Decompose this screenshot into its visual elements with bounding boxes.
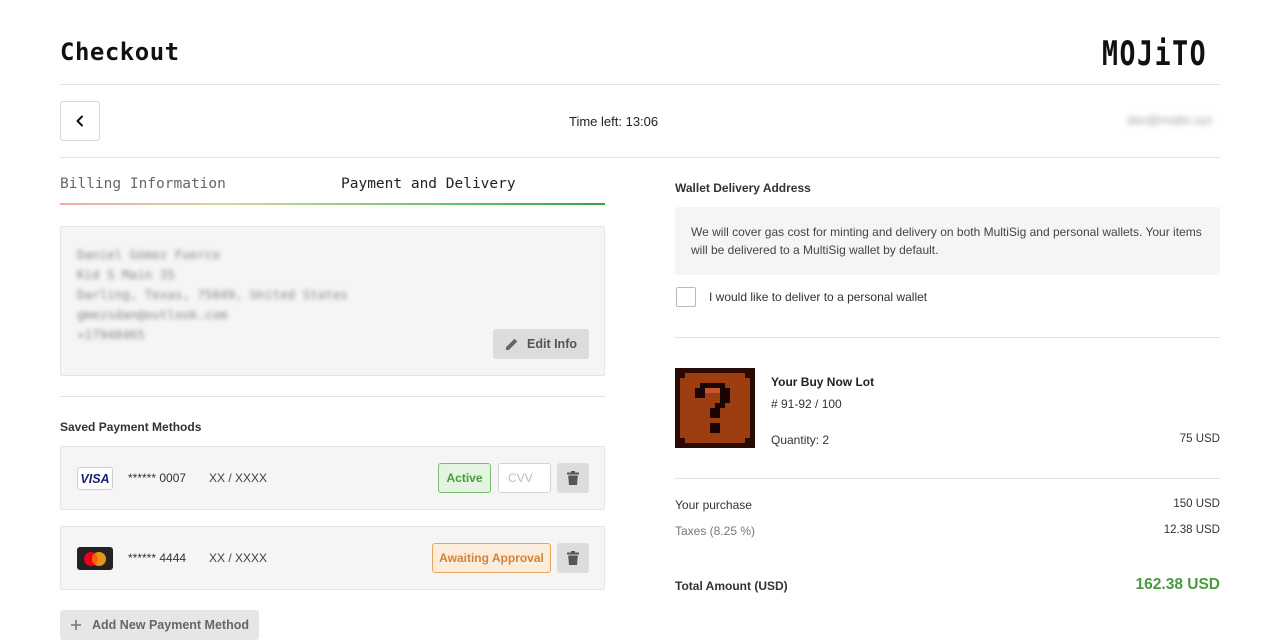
visa-icon: VISA bbox=[77, 467, 113, 490]
billing-city: Darling, Texas, 75049, United States bbox=[77, 287, 348, 302]
billing-address: Kid S Main 35 bbox=[77, 267, 175, 282]
billing-phone: +17948465 bbox=[77, 327, 145, 342]
card-expiry: XX / XXXX bbox=[209, 551, 268, 565]
question-block-icon bbox=[675, 368, 755, 448]
purchase-value: 150 USD bbox=[1173, 498, 1220, 510]
personal-wallet-checkbox[interactable] bbox=[676, 287, 696, 307]
billing-info-card: Daniel Gómez Fuerco Kid S Main 35 Darlin… bbox=[60, 226, 605, 376]
page-title: Checkout bbox=[60, 38, 180, 66]
mojito-logo[interactable]: MOJiTO bbox=[1102, 34, 1207, 74]
lot-title: Your Buy Now Lot bbox=[771, 375, 875, 389]
subheader-divider bbox=[60, 157, 1220, 158]
status-badge: Active bbox=[438, 463, 491, 493]
lot-price: 75 USD bbox=[1179, 433, 1220, 445]
lot-divider bbox=[675, 478, 1220, 479]
delete-payment-button[interactable] bbox=[557, 543, 589, 573]
add-payment-method-button[interactable]: Add New Payment Method bbox=[60, 610, 259, 640]
taxes-value: 12.38 USD bbox=[1163, 524, 1220, 536]
add-payment-method-label: Add New Payment Method bbox=[92, 618, 249, 632]
wallet-delivery-heading: Wallet Delivery Address bbox=[675, 181, 811, 195]
wallet-divider bbox=[675, 337, 1220, 338]
personal-wallet-checkbox-label[interactable]: I would like to deliver to a personal wa… bbox=[709, 290, 927, 304]
saved-payment-methods-heading: Saved Payment Methods bbox=[60, 420, 202, 434]
total-value: 162.38 USD bbox=[1135, 576, 1220, 593]
cvv-input[interactable] bbox=[498, 463, 551, 493]
card-number: ****** 0007 bbox=[128, 471, 187, 485]
taxes-label: Taxes (8.25 %) bbox=[675, 524, 756, 538]
wallet-delivery-note: We will cover gas cost for minting and d… bbox=[675, 207, 1220, 275]
header-divider bbox=[60, 84, 1220, 85]
tab-progress-bar bbox=[60, 203, 605, 205]
payment-method-card[interactable]: ****** 4444 XX / XXXX Awaiting Approval bbox=[60, 526, 605, 590]
trash-icon bbox=[567, 471, 579, 485]
status-badge: Awaiting Approval bbox=[432, 543, 551, 573]
time-left: Time left: 13:06 bbox=[569, 114, 659, 129]
edit-info-label: Edit Info bbox=[527, 337, 577, 351]
billing-name: Daniel Gómez Fuerco bbox=[77, 247, 220, 262]
lot-quantity: Quantity: 2 bbox=[771, 433, 830, 447]
lot-number: # 91-92 / 100 bbox=[771, 397, 842, 411]
card-expiry: XX / XXXX bbox=[209, 471, 268, 485]
plus-icon bbox=[71, 620, 82, 630]
billing-email: gmezsdan@outlook.com bbox=[77, 307, 228, 322]
back-button[interactable] bbox=[60, 101, 100, 141]
card-number: ****** 4444 bbox=[128, 551, 187, 565]
purchase-label: Your purchase bbox=[675, 498, 752, 512]
tab-billing-information[interactable]: Billing Information bbox=[60, 176, 226, 192]
delete-payment-button[interactable] bbox=[557, 463, 589, 493]
total-label: Total Amount (USD) bbox=[675, 579, 788, 593]
chevron-left-icon bbox=[76, 115, 83, 127]
trash-icon bbox=[567, 551, 579, 565]
tab-payment-and-delivery[interactable]: Payment and Delivery bbox=[341, 176, 516, 192]
payment-method-card[interactable]: VISA ****** 0007 XX / XXXX Active bbox=[60, 446, 605, 510]
pencil-icon bbox=[506, 338, 518, 350]
edit-info-button[interactable]: Edit Info bbox=[493, 329, 589, 359]
billing-divider bbox=[60, 396, 605, 397]
user-email: dan@mojito.xyz bbox=[1127, 113, 1213, 127]
mastercard-icon bbox=[77, 547, 113, 570]
